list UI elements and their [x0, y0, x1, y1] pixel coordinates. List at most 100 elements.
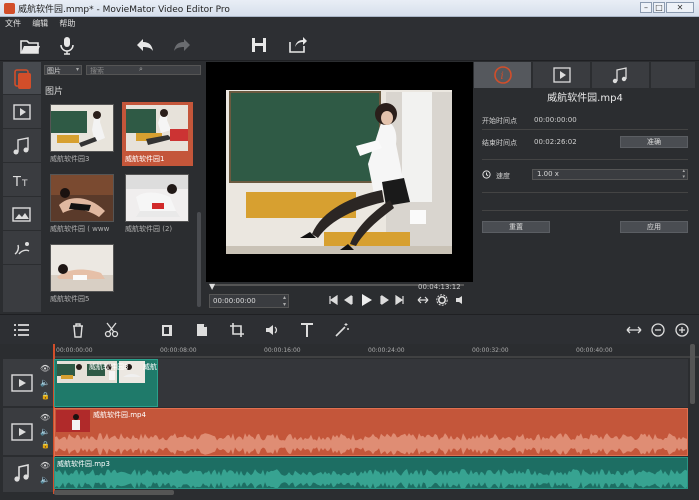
- chevron-down-icon: ▾: [75, 66, 79, 73]
- library-item[interactable]: [125, 174, 189, 222]
- maximize-button[interactable]: □: [653, 2, 665, 13]
- tab-info[interactable]: i: [474, 62, 532, 88]
- library-search-input[interactable]: 搜索 ⌕: [86, 65, 201, 75]
- title-bar: 威航软件园.mmp* - MovieMator Video Editor Pro…: [0, 0, 699, 17]
- eye-icon[interactable]: 👁: [40, 364, 50, 373]
- speaker-icon[interactable]: 🔈: [40, 378, 50, 387]
- duration-label: 00:04:13:12: [418, 283, 461, 291]
- timeline-track-audio[interactable]: 威航软件园.mp3: [54, 457, 688, 489]
- menu-file[interactable]: 文件: [2, 17, 24, 30]
- effects-tab[interactable]: [3, 232, 41, 265]
- reset-button[interactable]: 重置: [482, 221, 550, 233]
- undo-icon[interactable]: [134, 34, 156, 56]
- magic-wand-icon[interactable]: [333, 321, 351, 339]
- eye-icon[interactable]: 👁: [40, 413, 50, 422]
- text-tab[interactable]: TT: [3, 164, 41, 197]
- timecode-input[interactable]: 00:00:00:00 ▴ ▾: [209, 294, 289, 308]
- video-preview[interactable]: [206, 62, 473, 282]
- volume-icon[interactable]: [455, 295, 465, 305]
- speed-icon: [482, 170, 491, 179]
- library-scrollbar[interactable]: [197, 212, 201, 307]
- audio-track-icon: [13, 463, 31, 483]
- paste-icon[interactable]: [193, 321, 211, 339]
- library-item[interactable]: [50, 174, 114, 222]
- fit-timeline-icon[interactable]: [625, 321, 643, 339]
- tab-empty[interactable]: [651, 62, 696, 88]
- lock-icon[interactable]: 🔒: [41, 392, 50, 400]
- timeline-track-video-1[interactable]: 威航软件园3 威航: [54, 359, 688, 407]
- ruler-tick-label: 00:00:08:00: [160, 347, 197, 354]
- timeline-horizontal-scrollbar[interactable]: [54, 490, 174, 495]
- speaker-icon[interactable]: 🔈: [40, 475, 50, 484]
- library-item[interactable]: [125, 104, 189, 152]
- crop-icon[interactable]: [228, 321, 246, 339]
- search-icon: ⌕: [139, 65, 143, 73]
- player-controls: ▼ 00:04:13:12 00:00:00:00 ▴ ▾: [206, 282, 473, 312]
- zoom-in-icon[interactable]: [673, 321, 691, 339]
- microphone-icon[interactable]: [56, 34, 78, 56]
- tab-audio-properties[interactable]: [592, 62, 650, 88]
- previous-frame-icon[interactable]: [344, 295, 354, 305]
- svg-text:T: T: [12, 175, 21, 190]
- lock-icon[interactable]: 🔒: [41, 441, 50, 449]
- timeline-ruler[interactable]: 00:00:00:00 00:00:08:00 00:00:16:00 00:0…: [54, 344, 699, 358]
- window-title: 威航软件园.mmp* - MovieMator Video Editor Pro: [18, 5, 230, 15]
- apply-button[interactable]: 应用: [620, 221, 688, 233]
- cut-scissors-icon[interactable]: [103, 321, 121, 339]
- track-menu-icon[interactable]: [12, 321, 30, 339]
- timeline-track-video-2[interactable]: 威航软件园.mp4: [54, 408, 688, 456]
- go-to-start-icon[interactable]: [328, 295, 338, 305]
- timeline-clip[interactable]: 威航软件园.mp3: [54, 457, 688, 489]
- video-filter-tab[interactable]: [3, 96, 41, 129]
- text-title-icon[interactable]: [298, 321, 316, 339]
- open-folder-icon[interactable]: [19, 34, 41, 56]
- library-filter-dropdown[interactable]: 图片 ▾: [44, 65, 82, 75]
- go-to-end-icon[interactable]: [395, 295, 405, 305]
- redo-icon[interactable]: [171, 34, 193, 56]
- ruler-tick-label: 00:00:40:00: [576, 347, 613, 354]
- library-item[interactable]: [50, 104, 114, 152]
- divider: [482, 192, 688, 193]
- timeline-vertical-scrollbar[interactable]: [690, 344, 695, 404]
- preview-frame: [226, 90, 452, 254]
- track-header-video-1: 👁 🔈 🔒: [3, 359, 53, 407]
- speaker-icon[interactable]: 🔈: [40, 427, 50, 436]
- divider: [482, 159, 688, 160]
- timeline-clip[interactable]: 威航软件园3 威航: [54, 359, 158, 407]
- divider: [482, 210, 688, 211]
- audio-tab[interactable]: [3, 130, 41, 163]
- next-frame-icon[interactable]: [379, 295, 389, 305]
- menu-edit[interactable]: 编辑: [29, 17, 51, 30]
- close-button[interactable]: ✕: [666, 2, 694, 13]
- copy-icon[interactable]: [158, 321, 176, 339]
- start-time-value: 00:00:00:00: [534, 116, 577, 124]
- end-time-value: 00:02:26:02: [534, 138, 577, 146]
- settings-gear-icon[interactable]: [436, 294, 448, 306]
- timecode-stepper-icon[interactable]: ▴ ▾: [283, 294, 286, 308]
- save-icon[interactable]: [248, 34, 270, 56]
- delete-icon[interactable]: [69, 321, 87, 339]
- library-item[interactable]: [50, 244, 114, 292]
- eye-icon[interactable]: 👁: [40, 461, 50, 470]
- minimize-button[interactable]: –: [640, 2, 652, 13]
- image-tab[interactable]: [3, 198, 41, 231]
- export-icon[interactable]: [286, 34, 308, 56]
- audio-waveform: [55, 433, 687, 455]
- zoom-out-icon[interactable]: [649, 321, 667, 339]
- playhead-marker-icon[interactable]: ▼: [209, 282, 215, 291]
- track-header-video-2: 👁 🔈 🔒: [3, 408, 53, 456]
- speed-spinbox[interactable]: 1.00 x ▴ ▾: [532, 168, 688, 180]
- tab-video-properties[interactable]: [533, 62, 591, 88]
- menu-help[interactable]: 帮助: [56, 17, 78, 30]
- library-tab[interactable]: [3, 62, 41, 95]
- library-item-caption: 威航软件园3: [50, 155, 90, 163]
- ruler-tick-label: 00:00:00:00: [56, 347, 93, 354]
- speed-stepper-icon[interactable]: ▴ ▾: [682, 168, 685, 180]
- video-track-icon: [11, 374, 33, 392]
- end-time-label: 结束时间点: [482, 139, 517, 147]
- timeline-clip[interactable]: 威航软件园.mp4: [54, 408, 688, 456]
- end-time-set-button[interactable]: 准确: [620, 136, 688, 148]
- fit-width-icon[interactable]: [417, 295, 429, 305]
- audio-volume-icon[interactable]: [263, 321, 281, 339]
- play-icon[interactable]: [361, 293, 373, 307]
